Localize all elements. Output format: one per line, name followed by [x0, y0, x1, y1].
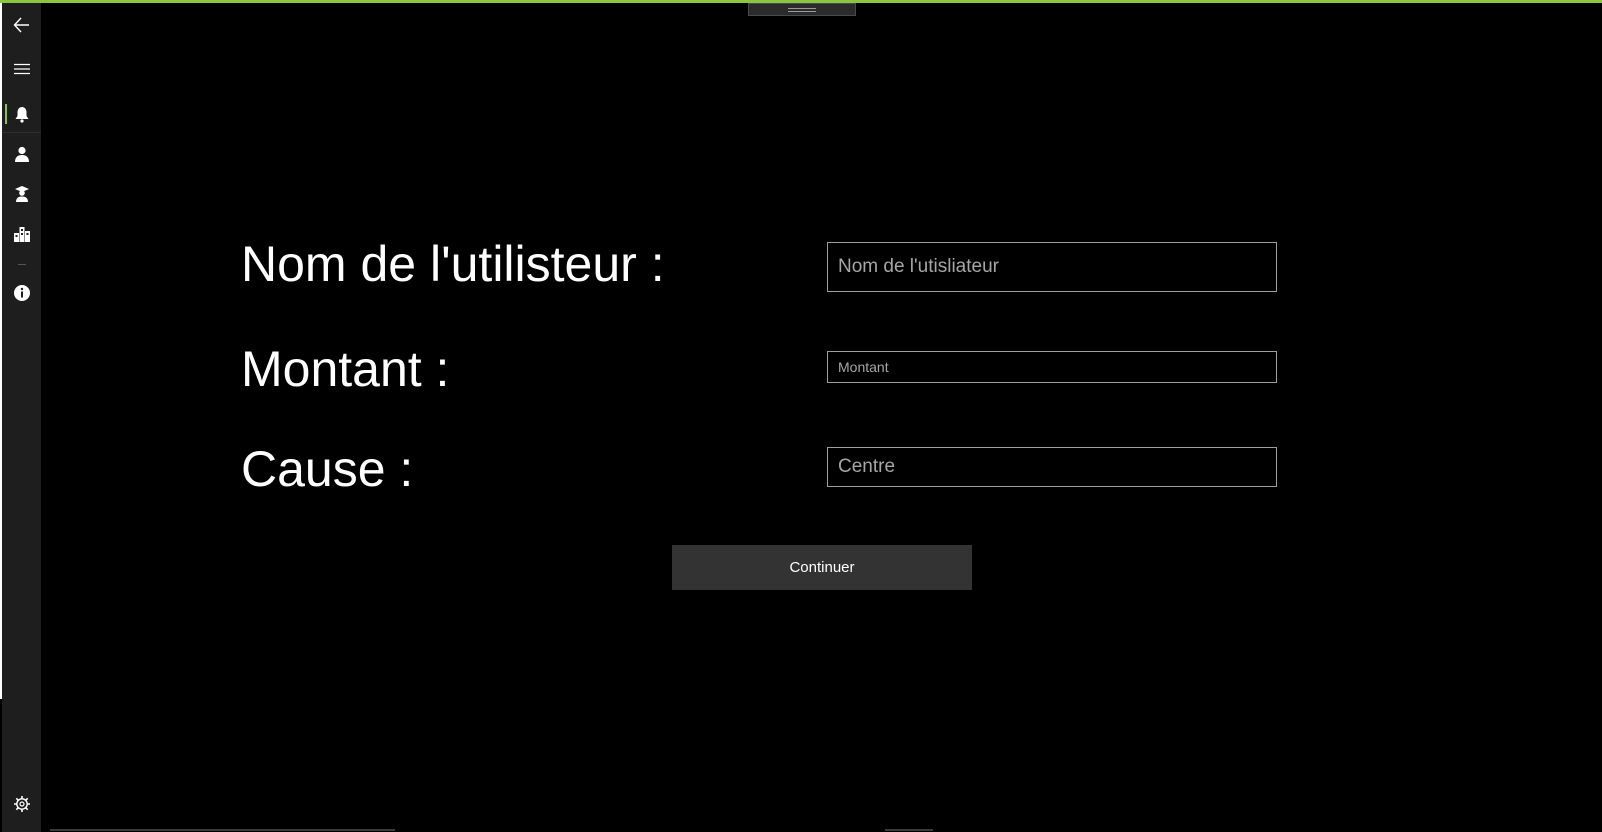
bottom-edge-segment: [885, 829, 933, 831]
building-icon: [13, 227, 30, 242]
settings-gear-icon: [13, 796, 30, 812]
person-icon: [14, 146, 29, 162]
back-arrow-icon: [13, 17, 29, 33]
navigation-pane: [2, 3, 41, 832]
amount-input[interactable]: [827, 351, 1277, 383]
nav-item-users[interactable]: [2, 135, 41, 173]
user-bell-icon: [15, 107, 28, 123]
nav-item-buildings[interactable]: [2, 215, 41, 253]
nav-item-graduates[interactable]: [2, 175, 41, 213]
cause-label: Cause :: [241, 441, 414, 497]
drag-handle-grip-line: [788, 7, 816, 9]
settings-button[interactable]: [2, 785, 41, 823]
username-input[interactable]: [827, 242, 1277, 292]
continue-button[interactable]: Continuer: [672, 545, 972, 590]
cause-input[interactable]: [827, 447, 1277, 487]
info-icon: [13, 285, 30, 301]
amount-label: Montant :: [241, 341, 450, 397]
about-button[interactable]: [2, 274, 41, 312]
bottom-edge-segment: [50, 829, 395, 831]
hamburger-menu-icon: [13, 63, 30, 75]
back-button[interactable]: [2, 6, 41, 44]
menu-toggle-button[interactable]: [2, 50, 41, 88]
nav-item-notifications[interactable]: [2, 95, 41, 133]
username-label: Nom de l'utilisteur :: [241, 236, 665, 292]
graduate-icon: [14, 186, 29, 202]
nav-separator: [18, 264, 26, 265]
window-drag-handle[interactable]: [748, 3, 856, 16]
drag-handle-grip-line: [788, 10, 816, 12]
